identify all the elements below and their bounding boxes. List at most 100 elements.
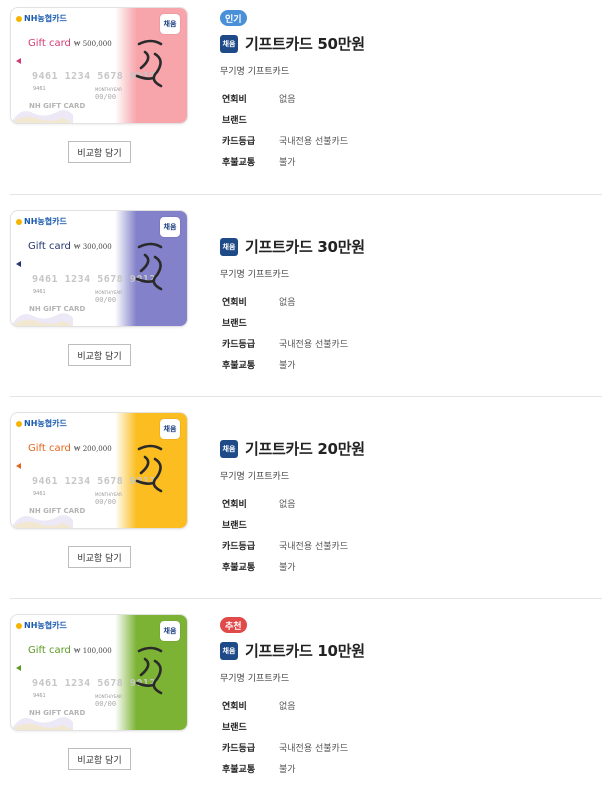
product-name[interactable]: 기프트카드 10만원 — [245, 640, 365, 661]
spec-value: 불가 — [279, 361, 296, 371]
card-amount: ₩ 100,000 — [73, 647, 112, 655]
product-title[interactable]: 채움 기프트카드 30만원 — [220, 236, 365, 257]
flower-decoration-icon — [11, 313, 73, 326]
spec-value: 불가 — [279, 158, 296, 168]
nh-card-logo: NH농협카드 — [16, 418, 67, 429]
compare-add-button[interactable]: 비교함 담기 — [68, 546, 131, 568]
chaeum-logo-icon: 채움 — [160, 621, 180, 641]
product-description: 무기명 기프트카드 — [220, 674, 290, 684]
card-expiry: 00/00 — [95, 700, 117, 708]
product-item: NH농협카드 Gift card ₩ 300,000 9461 1234 5678… — [0, 203, 609, 405]
spec-value: 국내전용 선불카드 — [279, 137, 349, 147]
item-divider — [10, 598, 602, 599]
spec-label: 카드등급 — [222, 340, 256, 350]
card-arrow-icon — [16, 463, 21, 469]
compare-add-button[interactable]: 비교함 담기 — [68, 141, 131, 163]
card-brand-text: NH농협카드 — [24, 14, 67, 23]
spec-label: 브랜드 — [222, 116, 247, 126]
gift-label-text: Gift card — [28, 443, 71, 454]
chaeum-icon: 채움 — [220, 641, 238, 660]
product-title[interactable]: 채움 기프트카드 50만원 — [220, 33, 365, 54]
chaeum-icon: 채움 — [220, 237, 238, 256]
card-image[interactable]: NH농협카드 Gift card ₩ 500,000 9461 1234 5678… — [11, 8, 187, 123]
nh-card-logo: NH농협카드 — [16, 620, 67, 631]
card-amount: ₩ 500,000 — [73, 40, 112, 48]
product-item: NH농협카드 Gift card ₩ 100,000 9461 1234 5678… — [0, 607, 609, 809]
spec-value: 없음 — [279, 500, 296, 510]
spec-label: 연회비 — [222, 298, 247, 308]
spec-value: 불가 — [279, 563, 296, 573]
card-month-year-label: MONTH/YEAR — [95, 290, 122, 295]
product-title[interactable]: 채움 기프트카드 10만원 — [220, 640, 365, 661]
card-number-small: 9461 — [33, 289, 46, 295]
card-expiry: 00/00 — [95, 296, 117, 304]
product-item: NH농협카드 Gift card ₩ 500,000 9461 1234 5678… — [0, 0, 609, 202]
card-image[interactable]: NH농협카드 Gift card ₩ 200,000 9461 1234 5678… — [11, 413, 187, 528]
card-amount: ₩ 300,000 — [73, 243, 112, 251]
card-month-year-label: MONTH/YEAR — [95, 694, 122, 699]
spec-label: 후불교통 — [222, 361, 256, 371]
product-name[interactable]: 기프트카드 30만원 — [245, 236, 365, 257]
flower-decoration-icon — [11, 717, 73, 730]
gift-label-text: Gift card — [28, 645, 71, 656]
calligraphy-icon — [135, 39, 163, 88]
calligraphy-icon — [135, 444, 163, 493]
card-gift-label: Gift card ₩ 200,000 — [28, 443, 112, 454]
card-brand-text: NH농협카드 — [24, 621, 67, 630]
nh-logo-icon — [16, 218, 22, 225]
spec-value: 없음 — [279, 95, 296, 105]
item-divider — [10, 396, 602, 397]
chaeum-icon: 채움 — [220, 439, 238, 458]
product-name[interactable]: 기프트카드 50만원 — [245, 33, 365, 54]
product-title[interactable]: 채움 기프트카드 20만원 — [220, 438, 365, 459]
card-image[interactable]: NH농협카드 Gift card ₩ 300,000 9461 1234 5678… — [11, 211, 187, 326]
product-description: 무기명 기프트카드 — [220, 270, 290, 280]
card-image[interactable]: NH농협카드 Gift card ₩ 100,000 9461 1234 5678… — [11, 615, 187, 730]
card-gift-label: Gift card ₩ 500,000 — [28, 38, 112, 49]
card-arrow-icon — [16, 58, 21, 64]
card-gift-label: Gift card ₩ 100,000 — [28, 645, 112, 656]
card-expiry: 00/00 — [95, 93, 117, 101]
spec-value: 불가 — [279, 765, 296, 775]
spec-label: 브랜드 — [222, 319, 247, 329]
spec-value: 없음 — [279, 702, 296, 712]
chaeum-logo-icon: 채움 — [160, 14, 180, 34]
status-badge: 추천 — [220, 617, 247, 633]
calligraphy-icon — [135, 242, 163, 291]
card-gift-label: Gift card ₩ 300,000 — [28, 241, 112, 252]
product-name[interactable]: 기프트카드 20만원 — [245, 438, 365, 459]
card-amount: ₩ 200,000 — [73, 445, 112, 453]
nh-logo-icon — [16, 420, 22, 427]
spec-label: 카드등급 — [222, 137, 256, 147]
card-number-small: 9461 — [33, 491, 46, 497]
card-month-year-label: MONTH/YEAR — [95, 87, 122, 92]
card-brand-text: NH농협카드 — [24, 217, 67, 226]
flower-decoration-icon — [11, 515, 73, 528]
spec-label: 카드등급 — [222, 542, 256, 552]
gift-label-text: Gift card — [28, 241, 71, 252]
product-item: NH농협카드 Gift card ₩ 200,000 9461 1234 5678… — [0, 405, 609, 607]
spec-label: 후불교통 — [222, 563, 256, 573]
spec-label: 연회비 — [222, 95, 247, 105]
spec-value: 국내전용 선불카드 — [279, 340, 349, 350]
calligraphy-icon — [135, 646, 163, 695]
card-arrow-icon — [16, 261, 21, 267]
card-number-small: 9461 — [33, 86, 46, 92]
spec-value: 국내전용 선불카드 — [279, 542, 349, 552]
product-description: 무기명 기프트카드 — [220, 67, 290, 77]
gift-label-text: Gift card — [28, 38, 71, 49]
flower-decoration-icon — [11, 110, 73, 123]
spec-label: 브랜드 — [222, 723, 247, 733]
chaeum-logo-icon: 채움 — [160, 419, 180, 439]
compare-add-button[interactable]: 비교함 담기 — [68, 748, 131, 770]
nh-logo-icon — [16, 15, 22, 22]
chaeum-logo-icon: 채움 — [160, 217, 180, 237]
spec-label: 연회비 — [222, 702, 247, 712]
compare-add-button[interactable]: 비교함 담기 — [68, 344, 131, 366]
spec-label: 후불교통 — [222, 765, 256, 775]
spec-label: 연회비 — [222, 500, 247, 510]
card-expiry: 00/00 — [95, 498, 117, 506]
card-number-small: 9461 — [33, 693, 46, 699]
item-divider — [10, 194, 602, 195]
spec-label: 카드등급 — [222, 744, 256, 754]
